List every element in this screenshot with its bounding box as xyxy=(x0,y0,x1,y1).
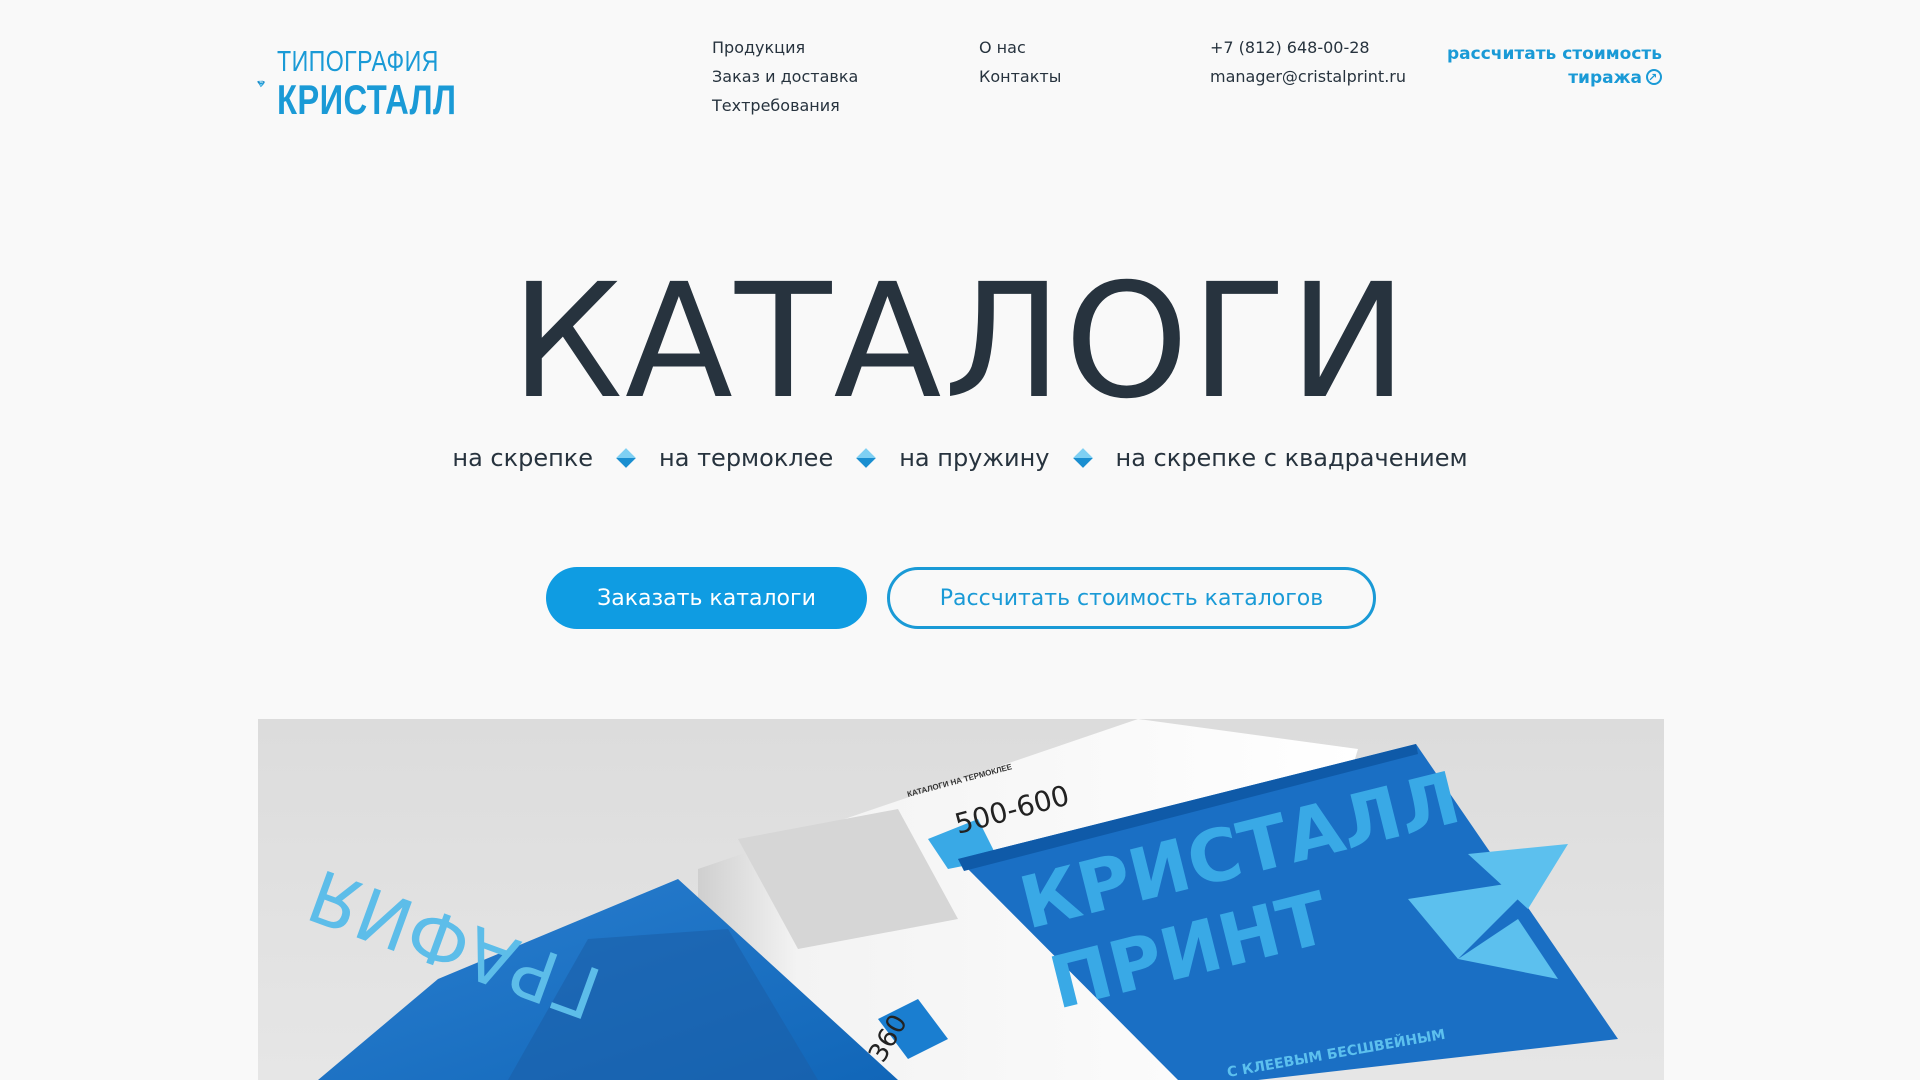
nav-link-tech-requirements[interactable]: Техтребования xyxy=(712,96,858,116)
site-header: ТИПОГРАФИЯ КРИСТАЛЛ Продукция Заказ и до… xyxy=(0,0,1920,140)
crystal-logo-icon xyxy=(257,80,266,88)
catalog-illustration: КАТАЛОГИ НА ТЕРМОКЛЕЕ 500-600 360 ГРАФИЯ… xyxy=(298,719,1618,1080)
email-link[interactable]: manager@cristalprint.ru xyxy=(1210,67,1406,87)
diamond-icon xyxy=(856,448,877,468)
diamond-icon xyxy=(1072,448,1093,468)
nav-link-contacts[interactable]: Контакты xyxy=(979,67,1061,87)
catalog-type-staple-square: на скрепке с квадрачением xyxy=(1115,444,1468,472)
calculate-catalogs-button[interactable]: Рассчитать стоимость каталогов xyxy=(887,567,1376,629)
phone-link[interactable]: +7 (812) 648-00-28 xyxy=(1210,38,1406,58)
page-title: КАТАЛОГИ xyxy=(510,250,1410,434)
nav-column-products: Продукция Заказ и доставка Техтребования xyxy=(712,38,858,116)
calculate-cost-line1: рассчитать стоимость xyxy=(1447,44,1662,64)
nav-link-products[interactable]: Продукция xyxy=(712,38,858,58)
nav-link-about[interactable]: О нас xyxy=(979,38,1061,58)
nav-link-order-delivery[interactable]: Заказ и доставка xyxy=(712,67,858,87)
calculate-cost-line2: тиража xyxy=(1568,68,1642,88)
catalog-photo: КАТАЛОГИ НА ТЕРМОКЛЕЕ 500-600 360 ГРАФИЯ… xyxy=(258,719,1664,1080)
logo-line2: КРИСТАЛЛ xyxy=(277,75,457,123)
contact-info: +7 (812) 648-00-28 manager@cristalprint.… xyxy=(1210,38,1406,87)
catalog-types: на скрепке на термоклее на пружину на ск… xyxy=(0,444,1920,472)
order-catalogs-button[interactable]: Заказать каталоги xyxy=(546,567,867,629)
logo[interactable]: ТИПОГРАФИЯ КРИСТАЛЛ xyxy=(257,45,507,123)
nav-column-about: О нас Контакты xyxy=(979,38,1061,87)
catalog-type-thermoglue: на термоклее xyxy=(659,444,834,472)
arrow-circle-icon xyxy=(1646,66,1662,90)
catalog-type-spring: на пружину xyxy=(899,444,1050,472)
logo-line1: ТИПОГРАФИЯ xyxy=(277,45,439,78)
calculate-cost-link[interactable]: рассчитать стоимость тиража xyxy=(1447,42,1662,90)
diamond-icon xyxy=(616,448,636,468)
catalog-type-staple: на скрепке xyxy=(452,444,594,472)
